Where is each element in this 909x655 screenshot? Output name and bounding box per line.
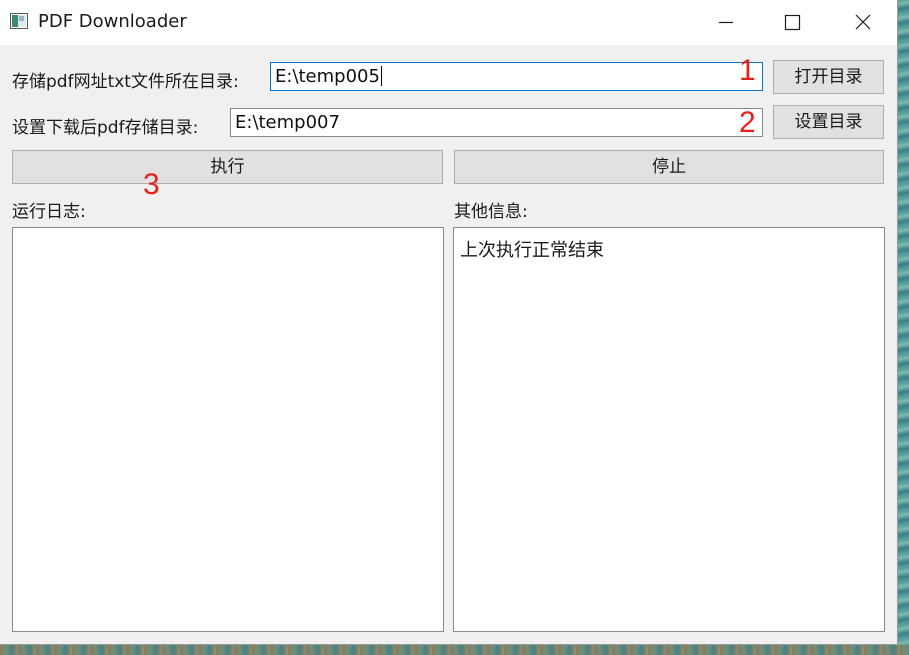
app-icon bbox=[10, 13, 28, 29]
title-bar: PDF Downloader bbox=[0, 0, 897, 45]
log-label: 运行日志: bbox=[12, 202, 86, 222]
annotation-marker-3: 3 bbox=[143, 168, 160, 201]
maximize-button[interactable] bbox=[769, 0, 815, 45]
desktop-background-bottom bbox=[0, 645, 909, 655]
info-content: 上次执行正常结束 bbox=[460, 240, 604, 261]
source-dir-label: 存储pdf网址txt文件所在目录: bbox=[12, 72, 239, 92]
run-button[interactable]: 执行 bbox=[12, 150, 443, 184]
annotation-marker-2: 2 bbox=[739, 106, 756, 139]
minimize-icon bbox=[719, 21, 733, 24]
output-dir-input[interactable]: E:\temp007 bbox=[230, 108, 763, 137]
maximize-icon bbox=[784, 14, 801, 31]
minimize-button[interactable] bbox=[703, 0, 749, 45]
app-window: PDF Downloader 存储pdf网址txt文件所在目录: E:\temp… bbox=[0, 0, 898, 645]
close-icon bbox=[855, 14, 871, 30]
output-dir-value: E:\temp007 bbox=[235, 112, 340, 133]
source-dir-input[interactable]: E:\temp005 bbox=[270, 62, 763, 91]
annotation-marker-1: 1 bbox=[739, 54, 756, 87]
source-dir-value: E:\temp005 bbox=[275, 66, 380, 87]
open-dir-button[interactable]: 打开目录 bbox=[773, 60, 884, 94]
desktop-background-right bbox=[898, 0, 909, 655]
output-dir-label: 设置下载后pdf存储目录: bbox=[12, 118, 199, 138]
info-label: 其他信息: bbox=[454, 202, 528, 222]
close-button[interactable] bbox=[840, 0, 886, 45]
log-textarea[interactable] bbox=[12, 227, 444, 632]
info-textarea[interactable]: 上次执行正常结束 bbox=[453, 227, 885, 632]
window-title: PDF Downloader bbox=[38, 11, 187, 32]
stop-button[interactable]: 停止 bbox=[454, 150, 884, 184]
text-caret bbox=[380, 66, 382, 86]
set-dir-button[interactable]: 设置目录 bbox=[773, 105, 884, 139]
